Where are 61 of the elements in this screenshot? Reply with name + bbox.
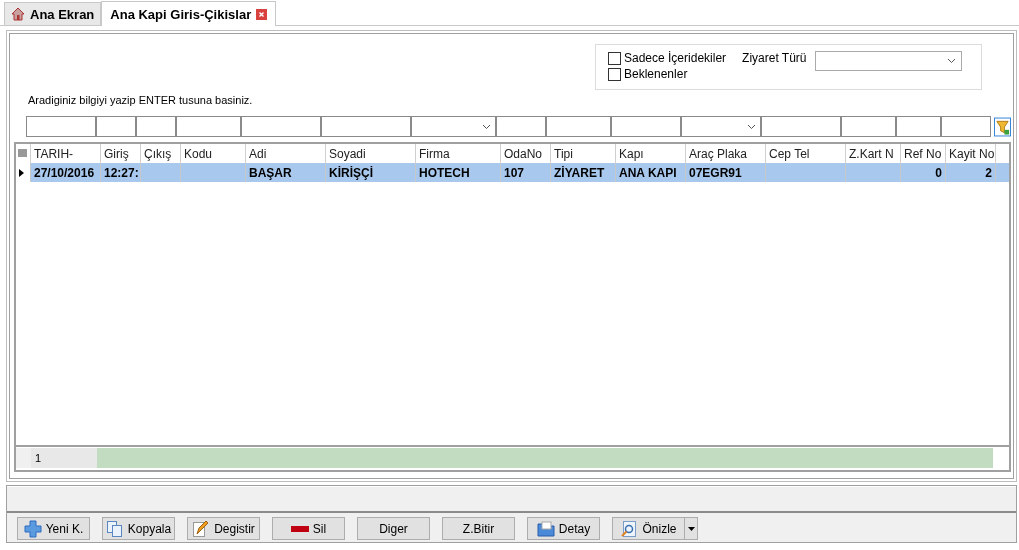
hint-text: Aradiginiz bilgiyi yazip ENTER tusuna basiniz.: [28, 94, 254, 108]
filter-field[interactable]: [241, 116, 321, 137]
filter-field[interactable]: [96, 116, 136, 137]
checkbox[interactable]: [608, 67, 621, 81]
filter-field[interactable]: [176, 116, 241, 137]
table-cell: 0: [935, 165, 942, 180]
row-pointer-icon: [19, 168, 24, 177]
copy-icon: [105, 519, 124, 538]
toolbar-button[interactable]: Yeni K.: [17, 517, 90, 540]
filter-dropdown[interactable]: [681, 116, 761, 137]
toolbar-button[interactable]: Detay: [527, 517, 600, 540]
plus-icon: [23, 519, 42, 538]
visit-type-dropdown[interactable]: [814, 51, 962, 71]
table-cell: 2: [985, 165, 992, 180]
table-cell: 12:27:: [104, 165, 139, 180]
checkbox-label[interactable]: Sadece İçeridekiler: [624, 51, 727, 65]
toolbar-button[interactable]: Önizle: [612, 517, 685, 540]
filter-dropdown[interactable]: [411, 116, 496, 137]
column-menu-icon[interactable]: [18, 149, 27, 158]
chevron-icon: [946, 58, 956, 64]
table-cell: BAŞAR: [249, 165, 292, 180]
filter-field[interactable]: [761, 116, 841, 137]
tab[interactable]: Ana Ekran: [4, 2, 102, 25]
filter-field[interactable]: [496, 116, 546, 137]
filter-field[interactable]: [136, 116, 176, 137]
table-cell: 07EGR91: [689, 165, 742, 180]
funnel-icon[interactable]: [994, 116, 1011, 137]
table-cell: ANA KAPI: [619, 165, 677, 180]
toolbar-button[interactable]: Diger: [357, 517, 430, 540]
filter-field[interactable]: [321, 116, 411, 137]
tab[interactable]: Ana Kapi Giris-Çikislar: [101, 1, 277, 26]
field-label: Ziyaret Türü: [742, 51, 807, 65]
checkbox[interactable]: [608, 51, 621, 65]
minus-icon: [290, 524, 309, 533]
table-cell: HOTECH: [419, 165, 470, 180]
filter-field[interactable]: [26, 116, 96, 137]
checkbox-label[interactable]: Beklenenler: [624, 67, 688, 81]
house-icon: [11, 7, 25, 21]
footer-gutter: [16, 448, 31, 468]
table-cell: 27/10/2016: [34, 165, 95, 180]
table-row[interactable]: 27/10/2016 12:27: BAŞAR KİRİŞÇİ HOTECH 107 ZİYARET ANA KAPI 07EGR91 0 2: [16, 163, 1009, 182]
table-cell: ZİYARET: [554, 165, 605, 180]
filter-field[interactable]: [941, 116, 991, 137]
chevron-icon: [482, 123, 491, 130]
toolbar-button[interactable]: Degistir: [187, 517, 260, 540]
chevron-icon: [747, 123, 756, 130]
record-count: 1: [31, 448, 97, 468]
table-cell: KİRİŞÇİ: [329, 165, 373, 180]
pencil-icon: [192, 519, 211, 538]
dropdown-button[interactable]: [685, 517, 698, 540]
filter-field[interactable]: [841, 116, 896, 137]
toolbar-button[interactable]: Sil: [272, 517, 345, 540]
filter-field[interactable]: [896, 116, 941, 137]
table-cell: 107: [504, 165, 525, 180]
filter-field[interactable]: [611, 116, 681, 137]
filter-field[interactable]: [546, 116, 611, 137]
magnifier-page-icon: [620, 519, 639, 538]
caret-icon: [687, 526, 695, 531]
toolbar-button[interactable]: Z.Bitir: [442, 517, 515, 540]
folder-icon: [536, 520, 555, 537]
toolbar-button[interactable]: Kopyala: [102, 517, 175, 540]
